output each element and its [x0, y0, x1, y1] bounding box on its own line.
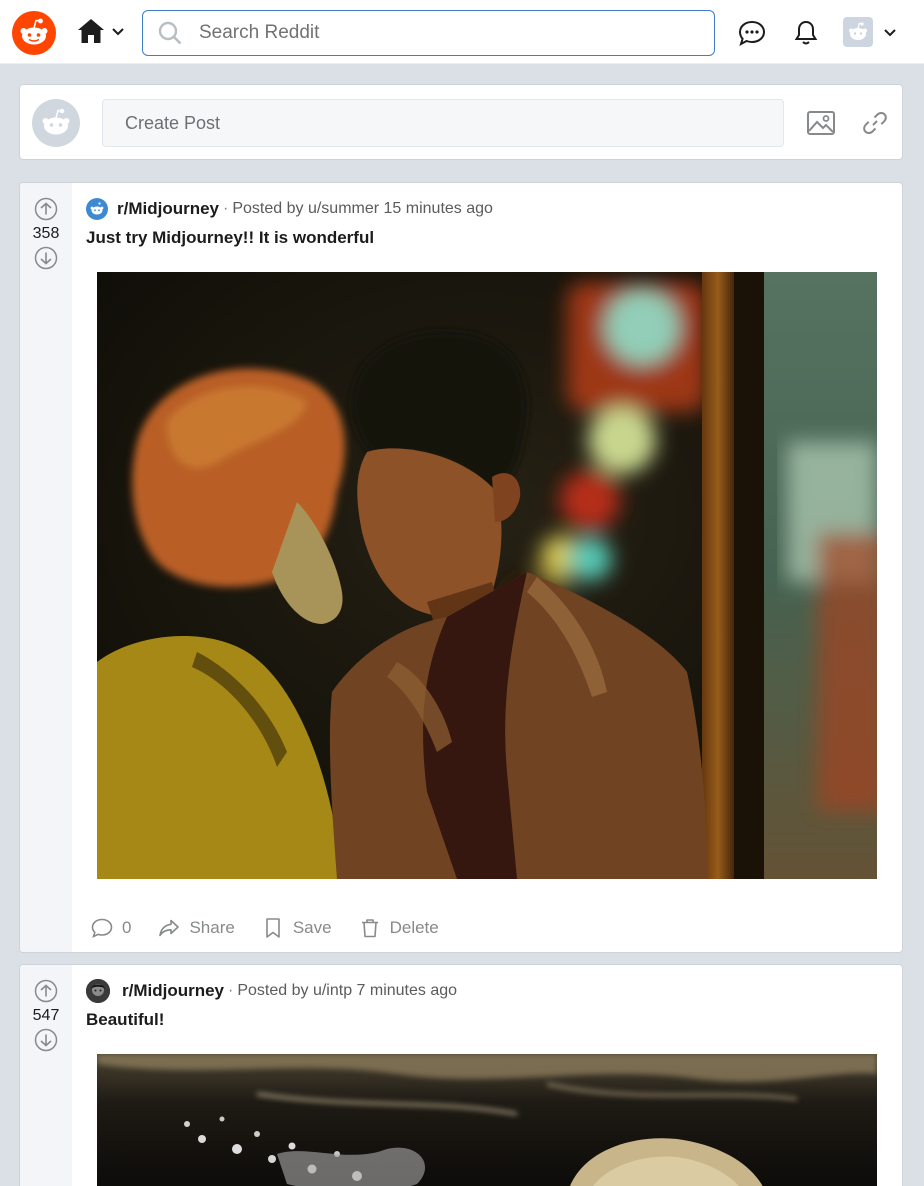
- search-input[interactable]: Search Reddit: [199, 22, 319, 44]
- chevron-down-icon: [110, 23, 126, 44]
- top-navigation-bar: Search Reddit: [0, 0, 924, 64]
- user-avatar-icon[interactable]: [843, 17, 873, 47]
- upvote-icon[interactable]: [34, 979, 58, 1003]
- search-bar[interactable]: Search Reddit: [142, 10, 715, 56]
- user-menu-chevron-icon[interactable]: [882, 24, 898, 40]
- post-card: 547 r/Midjourney · Posted by u/intp 7 mi…: [19, 964, 903, 1186]
- link-icon[interactable]: [859, 107, 891, 139]
- image-icon[interactable]: [805, 107, 837, 139]
- share-label: Share: [189, 918, 235, 937]
- meta-separator: ·: [223, 200, 229, 217]
- share-button[interactable]: Share: [157, 916, 235, 940]
- home-dropdown[interactable]: [76, 17, 132, 49]
- user-avatar-icon: [32, 99, 80, 147]
- search-icon: [157, 20, 183, 46]
- posted-by-text: Posted by u/intp 7 minutes ago: [237, 982, 458, 999]
- create-post-input[interactable]: Create Post: [102, 99, 784, 147]
- subreddit-link[interactable]: r/Midjourney: [122, 981, 224, 1001]
- posted-by-text: Posted by u/summer 15 minutes ago: [232, 200, 493, 217]
- post-card: 358 r/Midjourney · Posted by u/summer 15…: [19, 182, 903, 953]
- comment-count: 0: [122, 918, 132, 937]
- vote-column: 547: [20, 965, 72, 1186]
- post-image[interactable]: [97, 1054, 877, 1186]
- vote-column: 358: [20, 183, 72, 952]
- bookmark-icon: [261, 916, 285, 940]
- downvote-icon[interactable]: [34, 1028, 58, 1052]
- subreddit-link[interactable]: r/Midjourney: [117, 199, 219, 219]
- home-icon: [76, 17, 106, 50]
- subreddit-icon[interactable]: [86, 979, 110, 1003]
- vote-count: 547: [32, 1007, 60, 1024]
- post-body: r/Midjourney · Posted by u/summer 15 min…: [72, 183, 902, 952]
- comments-button[interactable]: 0: [90, 916, 131, 940]
- share-icon: [157, 916, 181, 940]
- comment-icon: [90, 916, 114, 940]
- chat-icon[interactable]: [737, 18, 767, 48]
- upvote-icon[interactable]: [34, 197, 58, 221]
- post-title[interactable]: Just try Midjourney!! It is wonderful: [86, 228, 374, 248]
- trash-icon: [358, 916, 382, 940]
- post-image[interactable]: [97, 272, 877, 879]
- post-body: r/Midjourney · Posted by u/intp 7 minute…: [72, 965, 902, 1186]
- post-meta: r/Midjourney · Posted by u/intp 7 minute…: [86, 979, 457, 1003]
- post-meta: r/Midjourney · Posted by u/summer 15 min…: [86, 197, 493, 221]
- subreddit-icon[interactable]: [86, 198, 108, 220]
- reddit-logo-icon[interactable]: [12, 11, 56, 55]
- downvote-icon[interactable]: [34, 246, 58, 270]
- post-actions: 0 Share Save Delete: [90, 913, 465, 943]
- create-post-card: Create Post: [19, 84, 903, 160]
- save-label: Save: [292, 918, 332, 937]
- vote-count: 358: [32, 225, 60, 242]
- bell-icon[interactable]: [791, 18, 821, 48]
- meta-separator: ·: [228, 982, 234, 999]
- save-button[interactable]: Save: [261, 916, 332, 940]
- post-title[interactable]: Beautiful!: [86, 1010, 164, 1030]
- delete-button[interactable]: Delete: [358, 916, 439, 940]
- delete-label: Delete: [389, 918, 439, 937]
